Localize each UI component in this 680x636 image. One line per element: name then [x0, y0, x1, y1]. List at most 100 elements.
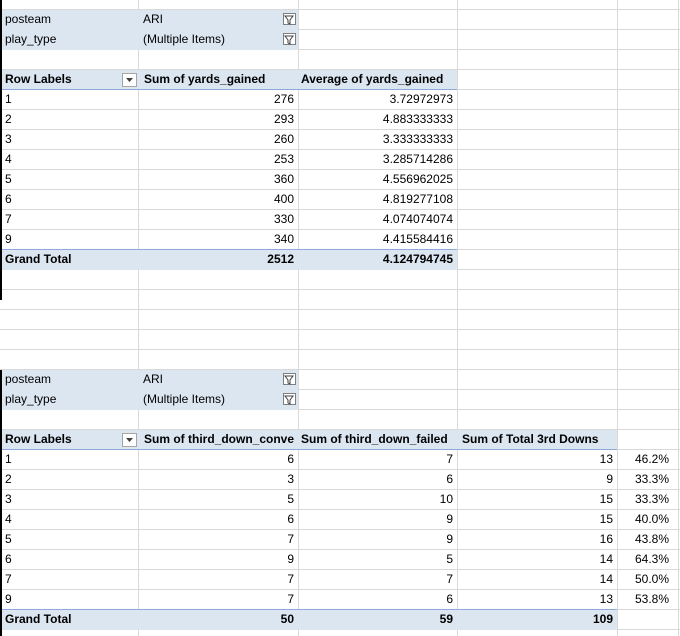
failed-value: 6: [446, 592, 453, 606]
dropdown-arrow-icon[interactable]: [122, 73, 137, 87]
pct-value: 33.3%: [634, 472, 669, 486]
sum-third-down-failed-header: Sum of third_down_failed: [301, 432, 448, 446]
filter-value-posteam: ARI: [143, 372, 164, 386]
avg-yards-header: Average of yards_gained: [301, 72, 444, 86]
avg-yards-value: 4.883333333: [382, 112, 453, 126]
total-value: 14: [599, 572, 613, 586]
sheet-left-edge: [0, 0, 2, 300]
funnel-filter-icon[interactable]: [283, 373, 296, 385]
sum-yards-value: 340: [273, 232, 294, 246]
sheet-left-edge: [0, 370, 2, 636]
filter-field-posteam: posteam: [5, 12, 52, 26]
grid-row-line: [0, 309, 680, 310]
filter-value-posteam: ARI: [143, 12, 164, 26]
row-label: 1: [5, 92, 12, 106]
avg-yards-value: 4.556962025: [382, 172, 453, 186]
filter-field-posteam: posteam: [5, 372, 52, 386]
row-label: 1: [5, 452, 12, 466]
pct-value: 53.8%: [634, 592, 669, 606]
grand-total-3rd-downs: 109: [592, 612, 613, 626]
failed-value: 6: [446, 472, 453, 486]
grand-total-label: Grand Total: [5, 252, 72, 266]
sum-yards-value: 330: [273, 212, 294, 226]
conv-value: 5: [287, 492, 294, 506]
row-label: 2: [5, 112, 12, 126]
avg-yards-value: 3.72972973: [389, 92, 453, 106]
filter-field-play-type: play_type: [5, 392, 57, 406]
row-label: 4: [5, 512, 12, 526]
conv-value: 6: [287, 452, 294, 466]
pct-value: 64.3%: [634, 552, 669, 566]
row-label: 3: [5, 132, 12, 146]
filter-value-play-type: (Multiple Items): [143, 392, 226, 406]
total-value: 16: [599, 532, 613, 546]
total-value: 15: [599, 512, 613, 526]
total-value: 9: [606, 472, 613, 486]
sum-total-3rd-downs-header: Sum of Total 3rd Downs: [462, 432, 599, 446]
failed-value: 9: [446, 512, 453, 526]
avg-yards-value: 4.415584416: [382, 232, 453, 246]
total-value: 13: [599, 592, 613, 606]
grid-column-line: [678, 0, 679, 636]
sum-yards-value: 293: [273, 112, 294, 126]
sum-yards-value: 253: [273, 152, 294, 166]
row-labels-header: Row Labels: [5, 432, 72, 446]
row-label: 3: [5, 492, 12, 506]
grid-row-line: [0, 329, 680, 330]
row-label: 9: [5, 592, 12, 606]
row-label: 2: [5, 472, 12, 486]
grand-total-label: Grand Total: [5, 612, 72, 626]
failed-value: 7: [446, 572, 453, 586]
pct-value: 50.0%: [634, 572, 669, 586]
dropdown-arrow-icon[interactable]: [122, 433, 137, 447]
funnel-filter-icon[interactable]: [283, 13, 296, 25]
row-label: 5: [5, 532, 12, 546]
row-labels-header: Row Labels: [5, 72, 72, 86]
sum-yards-value: 400: [273, 192, 294, 206]
pct-value: 43.8%: [634, 532, 669, 546]
pct-value: 46.2%: [634, 452, 669, 466]
spreadsheet-grid[interactable]: posteam ARI play_type (Multiple Items) R…: [0, 0, 680, 636]
avg-yards-value: 4.819277108: [382, 192, 453, 206]
grand-total-avg: 4.124794745: [382, 252, 453, 266]
row-label: 6: [5, 192, 12, 206]
row-label: 6: [5, 552, 12, 566]
conv-value: 9: [287, 552, 294, 566]
filter-field-play-type: play_type: [5, 32, 57, 46]
grid-row-line: [0, 349, 680, 350]
row-label: 4: [5, 152, 12, 166]
failed-value: 10: [439, 492, 453, 506]
sum-yards-value: 260: [273, 132, 294, 146]
grid-row-line: [0, 289, 680, 290]
conv-value: 7: [287, 592, 294, 606]
sum-yards-value: 276: [273, 92, 294, 106]
row-label: 7: [5, 572, 12, 586]
pct-value: 33.3%: [634, 492, 669, 506]
row-label: 5: [5, 172, 12, 186]
grand-total-sum: 2512: [267, 252, 294, 266]
sum-yards-value: 360: [273, 172, 294, 186]
pct-value: 40.0%: [634, 512, 669, 526]
filter-value-play-type: (Multiple Items): [143, 32, 226, 46]
failed-value: 7: [446, 452, 453, 466]
avg-yards-value: 3.333333333: [382, 132, 453, 146]
conv-value: 6: [287, 512, 294, 526]
conv-value: 3: [287, 472, 294, 486]
failed-value: 9: [446, 532, 453, 546]
sum-yards-header: Sum of yards_gained: [144, 72, 266, 86]
total-value: 14: [599, 552, 613, 566]
grand-total-conv: 50: [280, 612, 294, 626]
avg-yards-value: 4.074074074: [382, 212, 453, 226]
sum-third-down-conv-header: Sum of third_down_conve: [144, 432, 295, 446]
conv-value: 7: [287, 572, 294, 586]
avg-yards-value: 3.285714286: [382, 152, 453, 166]
total-value: 13: [599, 452, 613, 466]
grand-total-failed: 59: [439, 612, 453, 626]
row-label: 7: [5, 212, 12, 226]
row-label: 9: [5, 232, 12, 246]
conv-value: 7: [287, 532, 294, 546]
failed-value: 5: [446, 552, 453, 566]
funnel-filter-icon[interactable]: [283, 393, 296, 405]
total-value: 15: [599, 492, 613, 506]
funnel-filter-icon[interactable]: [283, 33, 296, 45]
